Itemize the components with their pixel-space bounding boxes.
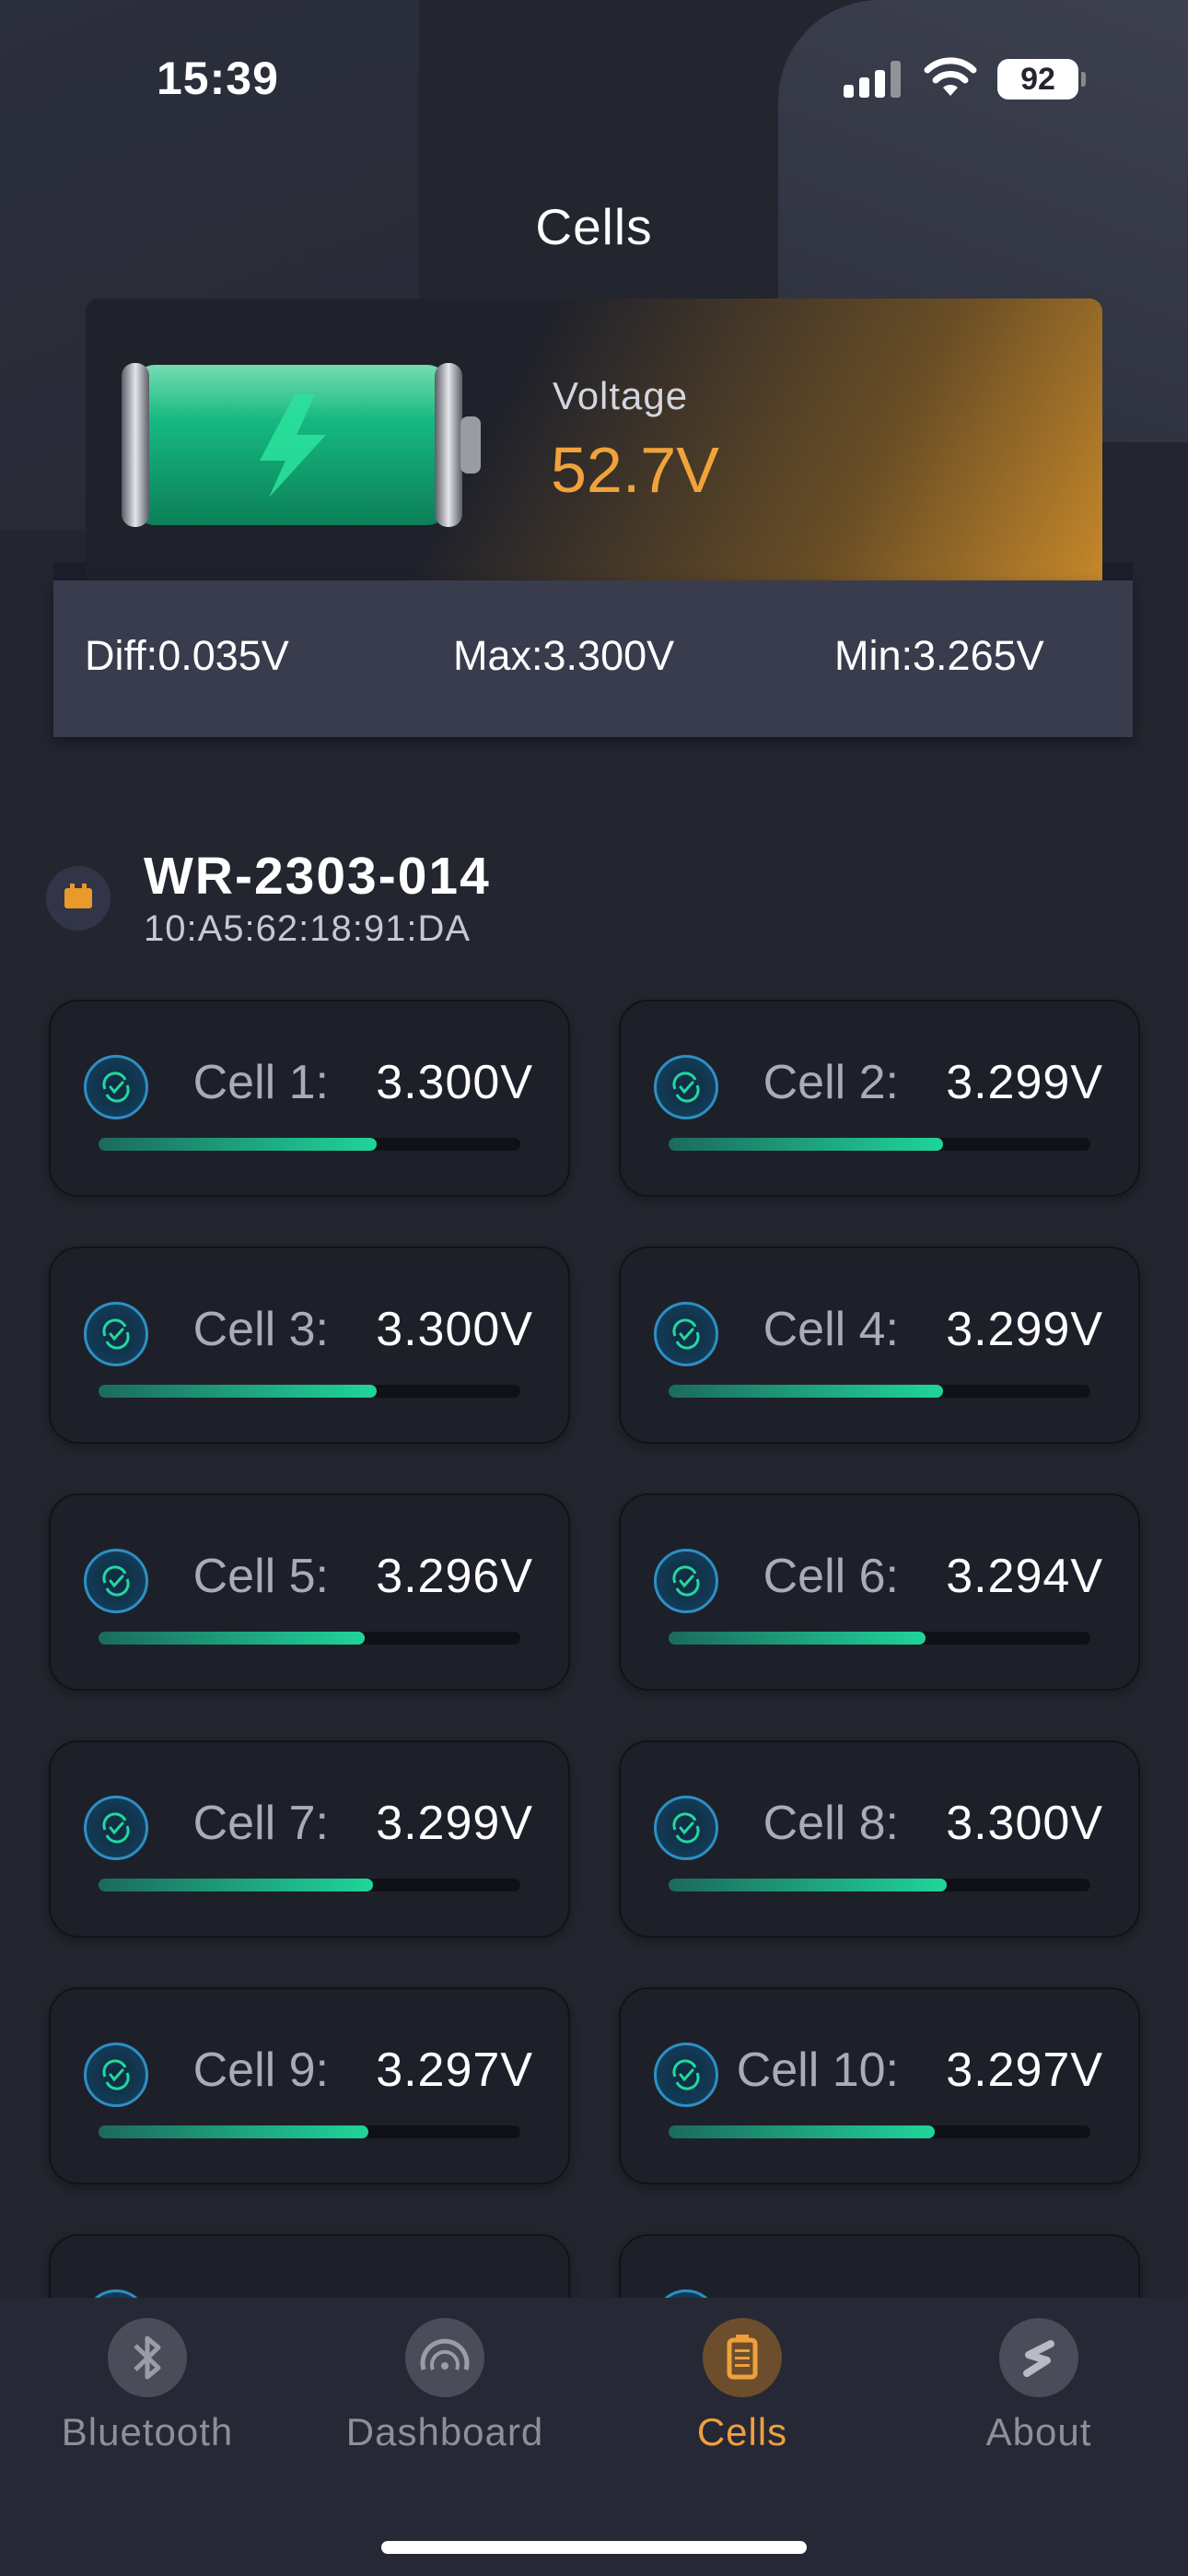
- voltage-diff: Diff:0.035V: [85, 632, 289, 679]
- cell-label: Cell 8:: [763, 1797, 899, 1850]
- device-mac-address: 10:A5:62:18:91:DA: [144, 908, 472, 949]
- cell-voltage: 3.297V: [376, 2043, 533, 2097]
- cell-card: Cell 8: 3.300V: [619, 1740, 1140, 1938]
- status-time: 15:39: [157, 53, 279, 104]
- cell-level-bar: [669, 1385, 1090, 1398]
- tab-bluetooth[interactable]: Bluetooth: [37, 2318, 258, 2454]
- cell-level-bar: [99, 1385, 520, 1398]
- cell-voltage: 3.299V: [946, 1303, 1103, 1356]
- cell-level-bar: [669, 2125, 1090, 2138]
- battery-icon: [703, 2318, 782, 2397]
- cell-level-fill: [99, 1879, 373, 1891]
- home-indicator: [381, 2541, 807, 2554]
- device-name: WR-2303-014: [144, 847, 491, 906]
- cell-voltage: 3.299V: [946, 1056, 1103, 1109]
- cell-level-fill: [669, 1385, 943, 1398]
- cellular-signal-icon: [844, 61, 903, 98]
- cell-level-fill: [669, 1879, 948, 1891]
- cell-card: Cell 1: 3.300V: [49, 1000, 570, 1197]
- tab-bluetooth-label: Bluetooth: [61, 2410, 234, 2453]
- cell-voltage: 3.294V: [946, 1550, 1103, 1603]
- voltage-max: Max:3.300V: [453, 632, 675, 679]
- cell-level-fill: [99, 1385, 378, 1398]
- cell-label: Cell 5:: [192, 1550, 329, 1603]
- cell-voltage: 3.300V: [376, 1056, 533, 1109]
- cell-card: Cell 7: 3.299V: [49, 1740, 570, 1938]
- tab-about[interactable]: About: [928, 2318, 1149, 2454]
- cell-sync-icon: [654, 1302, 718, 1366]
- cell-level-bar: [99, 1138, 520, 1151]
- cell-voltage: 3.297V: [946, 2043, 1103, 2097]
- cell-level-bar: [99, 2125, 520, 2138]
- tab-cells[interactable]: Cells: [632, 2318, 853, 2454]
- cell-label: Cell 4:: [763, 1303, 899, 1356]
- cell-card: Cell 4: 3.299V: [619, 1247, 1140, 1444]
- battery-status-icon: 92: [997, 59, 1086, 100]
- tab-about-label: About: [985, 2410, 1092, 2453]
- cell-voltage: 3.300V: [376, 1303, 533, 1356]
- cell-card: Cell 2: 3.299V: [619, 1000, 1140, 1197]
- about-logo-icon: [999, 2318, 1078, 2397]
- cell-label: Cell 10:: [736, 2043, 899, 2097]
- cell-sync-icon: [84, 1055, 148, 1119]
- voltage-min: Min:3.265V: [834, 632, 1044, 679]
- cell-voltage: 3.296V: [376, 1550, 533, 1603]
- cell-label: Cell 3:: [192, 1303, 329, 1356]
- cell-level-bar: [669, 1138, 1090, 1151]
- cell-level-fill: [669, 1138, 943, 1151]
- cell-label: Cell 7:: [192, 1797, 329, 1850]
- battery-pack-icon: [46, 866, 111, 931]
- cell-voltage: 3.299V: [376, 1797, 533, 1850]
- cell-card: Cell 5: 3.296V: [49, 1493, 570, 1691]
- tab-cells-label: Cells: [696, 2410, 788, 2453]
- cell-level-bar: [669, 1632, 1090, 1645]
- cell-level-bar: [669, 1879, 1090, 1891]
- cell-label: Cell 1:: [192, 1056, 329, 1109]
- cell-label: Cell 6:: [763, 1550, 899, 1603]
- cell-level-bar: [99, 1879, 520, 1891]
- tab-dashboard-label: Dashboard: [345, 2410, 544, 2453]
- cell-card: Cell 9: 3.297V: [49, 1987, 570, 2184]
- cell-sync-icon: [654, 1055, 718, 1119]
- bluetooth-icon: [108, 2318, 187, 2397]
- cell-level-fill: [669, 2125, 935, 2138]
- cell-card: Cell 6: 3.294V: [619, 1493, 1140, 1691]
- cell-level-fill: [99, 1138, 378, 1151]
- cell-level-fill: [669, 1632, 926, 1645]
- cell-voltage: 3.300V: [946, 1797, 1103, 1850]
- cell-level-fill: [99, 2125, 369, 2138]
- cell-level-fill: [99, 1632, 365, 1645]
- cell-card: Cell 10: 3.297V: [619, 1987, 1140, 2184]
- cell-label: Cell 9:: [192, 2043, 329, 2097]
- cell-sync-icon: [654, 1549, 718, 1613]
- cell-sync-icon: [654, 2043, 718, 2107]
- page-title: Cells: [535, 198, 653, 255]
- cell-label: Cell 2:: [763, 1056, 899, 1109]
- gauge-icon: [405, 2318, 484, 2397]
- cell-sync-icon: [84, 1549, 148, 1613]
- cell-sync-icon: [84, 2043, 148, 2107]
- tab-dashboard[interactable]: Dashboard: [334, 2318, 555, 2454]
- voltage-value: 52.7V: [551, 434, 719, 506]
- voltage-stats-bar: Diff:0.035V Max:3.300V Min:3.265V: [53, 580, 1133, 737]
- cell-sync-icon: [654, 1796, 718, 1860]
- cell-level-bar: [99, 1632, 520, 1645]
- voltage-label: Voltage: [553, 374, 689, 417]
- battery-charging-icon: [122, 363, 481, 527]
- cell-sync-icon: [84, 1796, 148, 1860]
- wifi-icon: [924, 57, 977, 96]
- cell-sync-icon: [84, 1302, 148, 1366]
- cell-card: Cell 3: 3.300V: [49, 1247, 570, 1444]
